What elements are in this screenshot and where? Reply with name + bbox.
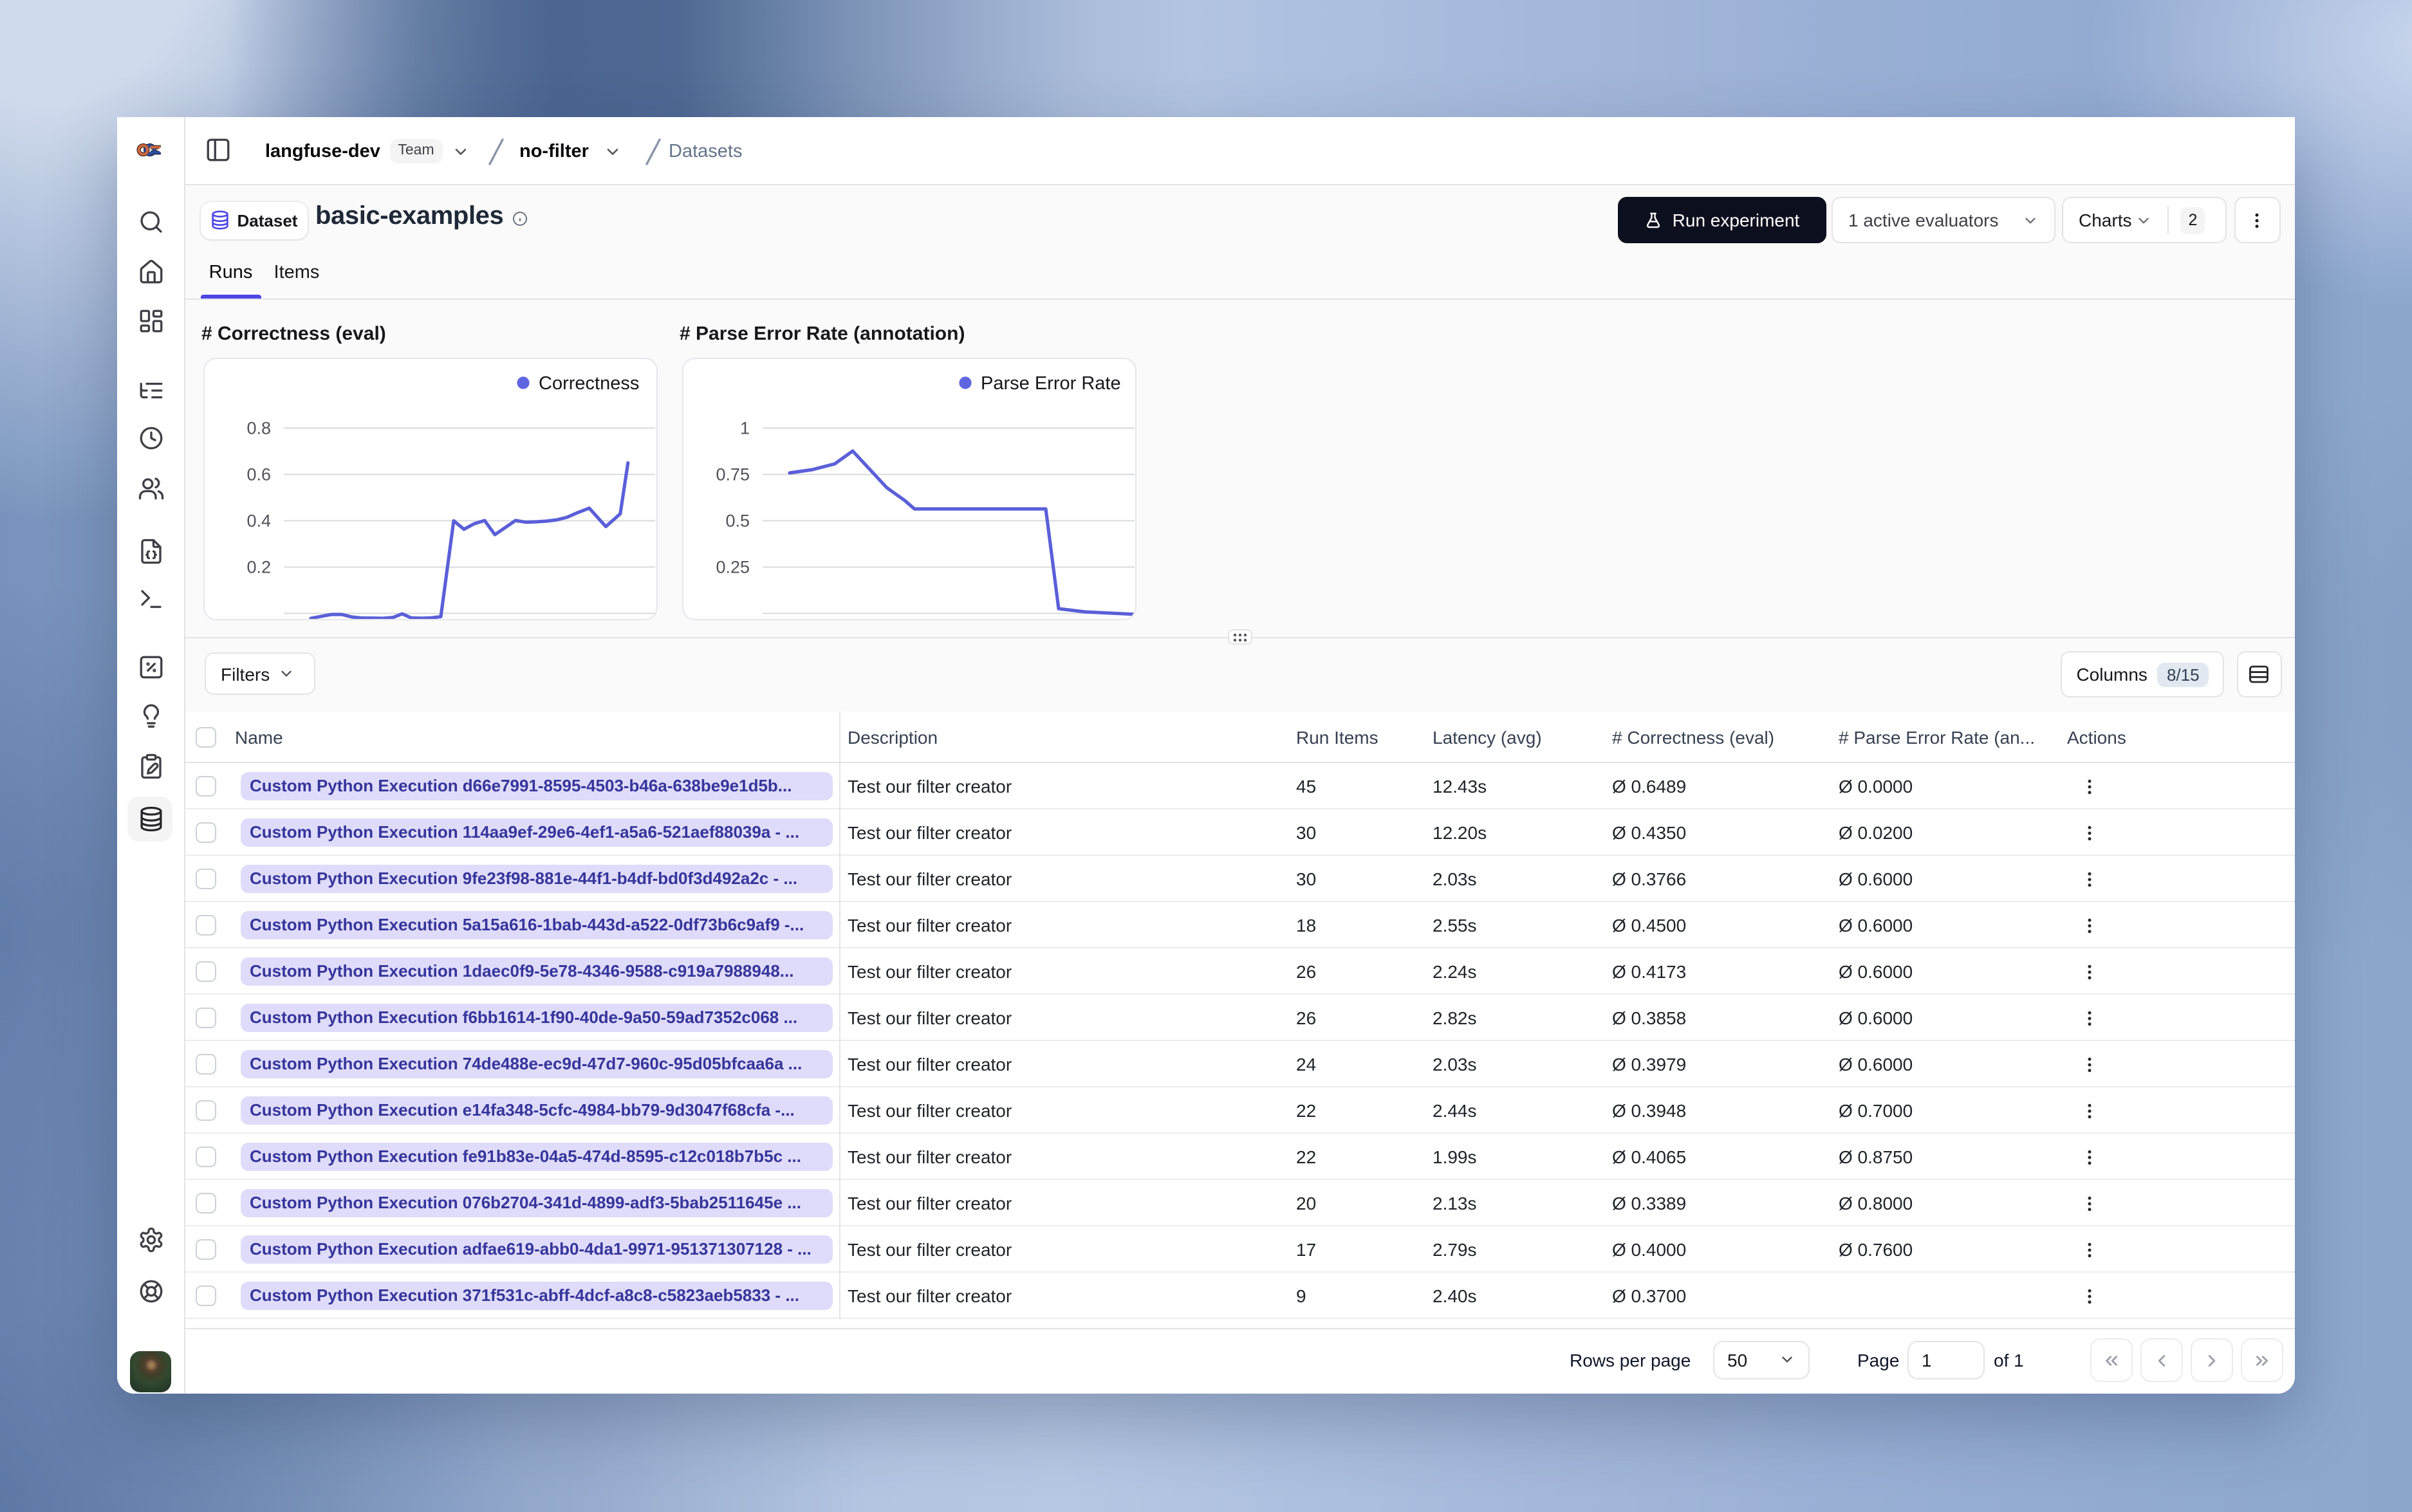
svg-text:Correctness: Correctness	[538, 373, 638, 394]
svg-text:0.2: 0.2	[246, 557, 270, 576]
svg-text:0.5: 0.5	[725, 511, 749, 530]
svg-text:1: 1	[739, 418, 749, 438]
svg-text:0.6: 0.6	[246, 465, 270, 484]
svg-text:0.75: 0.75	[715, 465, 749, 484]
svg-text:0.8: 0.8	[246, 418, 270, 438]
svg-text:Parse Error Rate: Parse Error Rate	[980, 373, 1120, 394]
svg-text:0.25: 0.25	[715, 557, 749, 576]
svg-text:0.4: 0.4	[246, 511, 270, 530]
